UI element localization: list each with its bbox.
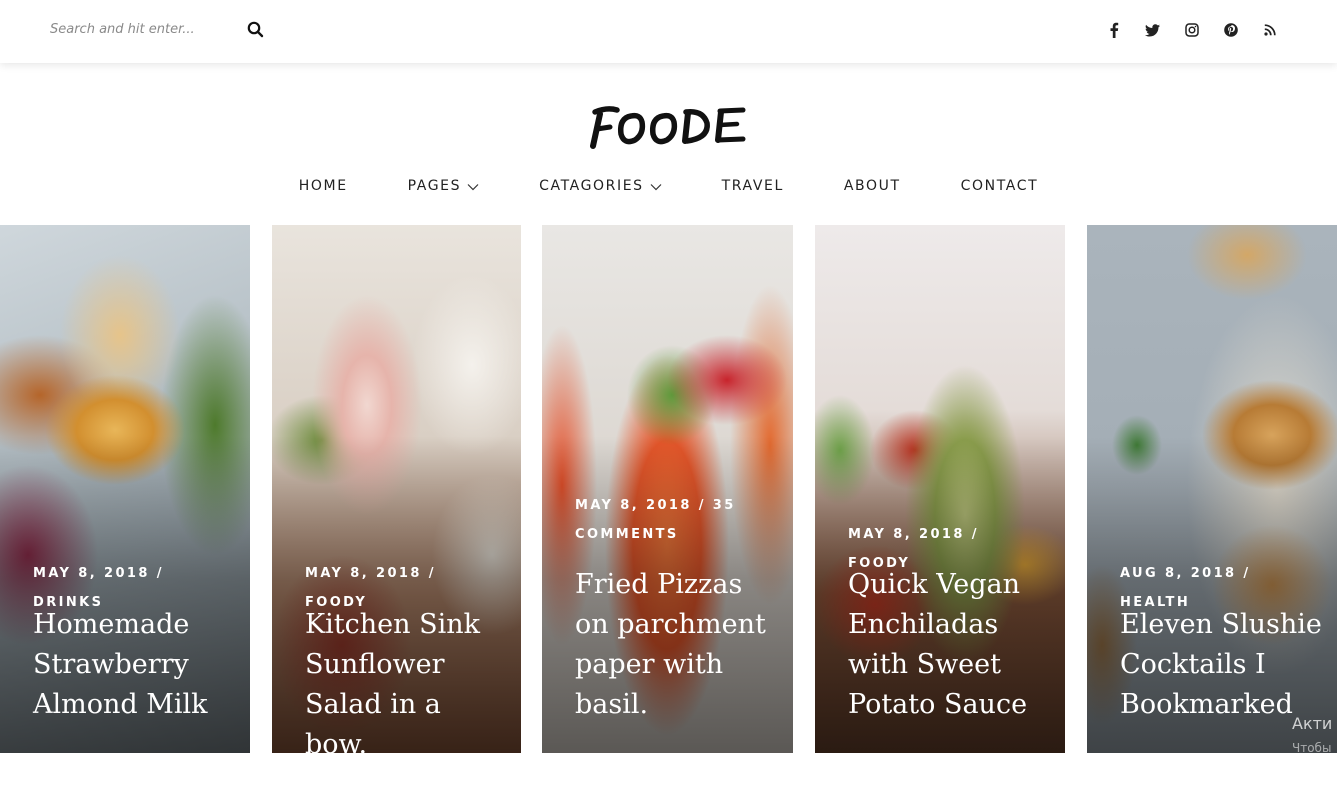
post-title[interactable]: Quick Vegan Enchiladas with Sweet Potato… (848, 565, 1051, 725)
facebook-icon[interactable] (1104, 18, 1123, 42)
post-card[interactable]: MAY 8, 2018 / FOODY Kitchen Sink Sunflow… (272, 225, 521, 753)
nav-item-label: TRAVEL (721, 178, 784, 194)
instagram-icon[interactable] (1182, 18, 1201, 42)
nav-item-catagories[interactable]: CATAGORIES (509, 174, 692, 198)
rss-icon[interactable] (1260, 18, 1279, 42)
post-card[interactable]: MAY 8, 2018 / DRINKS Homemade Strawberry… (0, 225, 250, 753)
post-card[interactable]: MAY 8, 2018 / 35 COMMENTS Fried Pizzas o… (542, 225, 793, 753)
nav-item-label: PAGES (407, 178, 462, 194)
post-title[interactable]: Kitchen Sink Sunflower Salad in a bow. (305, 605, 507, 753)
nav-item-label: HOME (298, 178, 348, 194)
post-card[interactable]: MAY 8, 2018 / FOODY Quick Vegan Enchilad… (815, 225, 1065, 753)
nav-item-contact[interactable]: CONTACT (931, 174, 1069, 198)
pinterest-icon[interactable] (1221, 18, 1240, 42)
nav-item-label: CONTACT (960, 178, 1039, 194)
chevron-down-icon (467, 183, 479, 190)
main-nav: HOME PAGES CATAGORIES TRAVEL ABOUT CONTA… (0, 174, 1337, 198)
post-card[interactable]: AUG 8, 2018 / HEALTH Eleven Slushie Cock… (1087, 225, 1337, 753)
nav-item-travel[interactable]: TRAVEL (692, 174, 814, 198)
post-title[interactable]: Homemade Strawberry Almond Milk (33, 605, 236, 725)
post-title[interactable]: Eleven Slushie Cocktails I Bookmarked (1120, 605, 1323, 725)
top-bar (0, 0, 1337, 63)
twitter-icon[interactable] (1143, 18, 1162, 42)
featured-posts: MAY 8, 2018 / DRINKS Homemade Strawberry… (0, 225, 1337, 753)
nav-item-about[interactable]: ABOUT (814, 174, 931, 198)
post-meta: MAY 8, 2018 / 35 COMMENTS (575, 498, 736, 542)
search-input[interactable] (50, 14, 240, 44)
search-icon[interactable] (246, 20, 266, 40)
os-watermark: Акти (1292, 714, 1333, 733)
post-title[interactable]: Fried Pizzas on parchment paper with bas… (575, 565, 779, 725)
nav-item-label: ABOUT (843, 178, 901, 194)
nav-item-pages[interactable]: PAGES (378, 174, 509, 198)
nav-item-label: CATAGORIES (539, 178, 644, 194)
nav-item-home[interactable]: HOME (269, 174, 378, 198)
social-links (1104, 18, 1279, 42)
site-logo[interactable] (0, 96, 1337, 156)
os-watermark-subtext: Чтобы (1292, 741, 1332, 755)
chevron-down-icon (650, 183, 662, 190)
